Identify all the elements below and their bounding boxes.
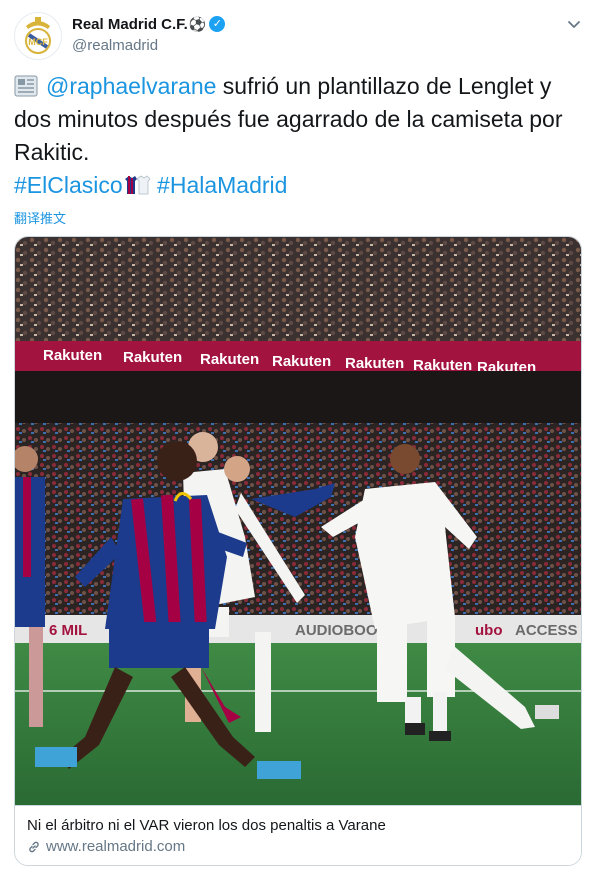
card-domain-text: www.realmadrid.com	[46, 838, 186, 855]
board-text: AUDIOBOO	[295, 622, 378, 639]
banner-ad: Rakuten	[43, 347, 102, 364]
banner-ad: Rakuten	[200, 351, 259, 368]
chevron-down-icon[interactable]	[566, 16, 582, 32]
handle[interactable]: @realmadrid	[72, 37, 225, 54]
newspaper-icon	[14, 75, 38, 97]
board-text: ubo	[475, 622, 503, 639]
link-card[interactable]: Rakuten Rakuten Rakuten Rakuten Rakuten …	[14, 236, 582, 866]
hashtag-elclasico[interactable]: #ElClasico	[14, 172, 123, 198]
real-madrid-crest-icon: MCF	[25, 17, 51, 54]
soccer-ball-icon: ⚽	[188, 15, 207, 32]
card-image[interactable]: Rakuten Rakuten Rakuten Rakuten Rakuten …	[15, 237, 581, 805]
name-row: Real Madrid C.F. ⚽ ✓	[72, 14, 226, 34]
link-icon	[29, 841, 39, 852]
translate-tweet-link[interactable]: 翻译推文	[14, 208, 66, 227]
banner-ad: Rakuten	[345, 355, 404, 372]
shirts-icon	[124, 175, 151, 195]
svg-text:MCF: MCF	[28, 37, 48, 47]
hashtag-halamadrid[interactable]: #HalaMadrid	[157, 172, 287, 198]
author: Real Madrid C.F. ⚽ ✓ @realmadrid	[72, 14, 226, 54]
tweet: MCF Real Madrid C.F. ⚽ ✓ @realmadrid @ra…	[0, 0, 598, 875]
display-name[interactable]: Real Madrid C.F.	[72, 16, 188, 33]
avatar[interactable]: MCF	[14, 12, 62, 60]
banner-ad: Rakuten	[123, 349, 182, 366]
board-text: 6 MIL	[49, 622, 87, 639]
board-text: ACCESS	[515, 622, 578, 639]
card-domain[interactable]: www.realmadrid.com	[27, 838, 185, 855]
card-footer[interactable]: Ni el árbitro ni el VAR vieron los dos p…	[15, 805, 581, 865]
mention-link[interactable]: @raphaelvarane	[46, 73, 216, 99]
card-title[interactable]: Ni el árbitro ni el VAR vieron los dos p…	[27, 817, 386, 834]
banner-ad: Rakuten	[272, 353, 331, 370]
tweet-text: @raphaelvarane sufrió un plantillazo de …	[14, 70, 584, 202]
verified-badge-icon: ✓	[209, 16, 226, 32]
